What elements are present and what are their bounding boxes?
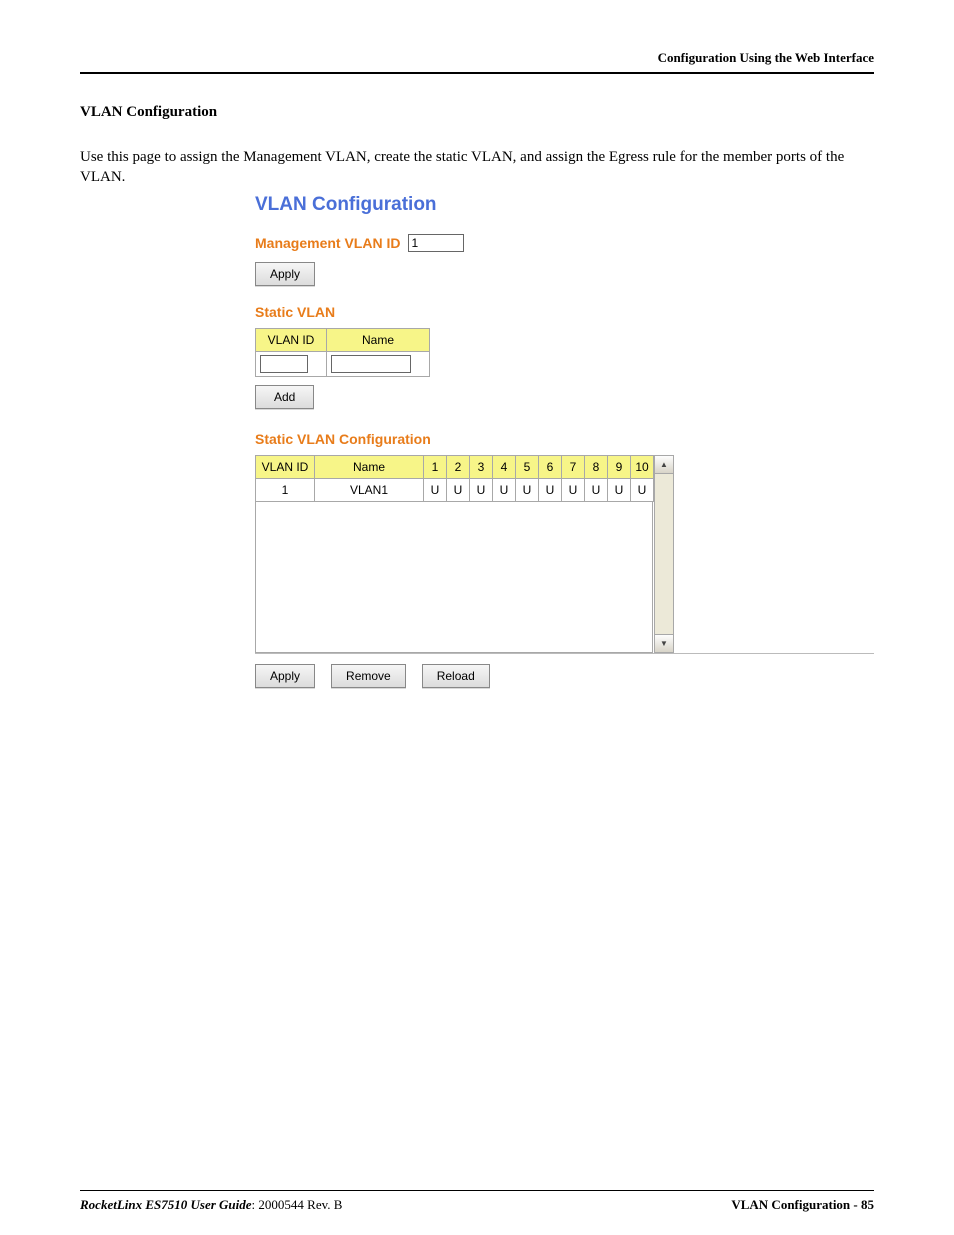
footer-rule (80, 1190, 874, 1191)
cfg-cell-port[interactable]: U (470, 478, 493, 501)
apply-button-management[interactable]: Apply (255, 262, 315, 286)
cfg-cell-port[interactable]: U (562, 478, 585, 501)
cfg-col-port: 3 (470, 455, 493, 478)
cfg-col-port: 10 (631, 455, 654, 478)
ui-title: VLAN Configuration (255, 194, 874, 216)
static-vlan-config-title: Static VLAN Configuration (255, 431, 874, 447)
cfg-cell-port[interactable]: U (631, 478, 654, 501)
page-footer: RocketLinx ES7510 User Guide: 2000544 Re… (80, 1190, 874, 1213)
cfg-empty-area (255, 502, 653, 653)
cfg-cell-port[interactable]: U (585, 478, 608, 501)
cfg-col-name: Name (315, 455, 424, 478)
cfg-col-port: 9 (608, 455, 631, 478)
static-vlan-name-input[interactable] (331, 355, 411, 373)
static-vlan-title: Static VLAN (255, 304, 874, 320)
section-title: VLAN Configuration (80, 104, 874, 121)
footer-right: VLAN Configuration - 85 (731, 1197, 874, 1213)
col-name: Name (327, 328, 430, 351)
scroll-up-icon[interactable]: ▲ (655, 456, 673, 474)
remove-button[interactable]: Remove (331, 664, 406, 688)
cfg-col-vlanid: VLAN ID (256, 455, 315, 478)
cfg-col-port: 5 (516, 455, 539, 478)
static-vlan-table: VLAN ID Name (255, 328, 430, 377)
management-vlan-input[interactable] (408, 234, 464, 252)
cfg-col-port: 8 (585, 455, 608, 478)
table-row: 1 VLAN1 UUUUUUUUUU (256, 478, 654, 501)
col-vlanid: VLAN ID (256, 328, 327, 351)
cfg-col-port: 6 (539, 455, 562, 478)
reload-button[interactable]: Reload (422, 664, 490, 688)
scroll-track[interactable] (655, 474, 673, 634)
cfg-col-port: 7 (562, 455, 585, 478)
footer-left: RocketLinx ES7510 User Guide: 2000544 Re… (80, 1197, 342, 1213)
cfg-cell-port[interactable]: U (447, 478, 470, 501)
header-rule (80, 72, 874, 74)
scroll-down-icon[interactable]: ▼ (655, 634, 673, 652)
cfg-cell-port[interactable]: U (608, 478, 631, 501)
cfg-row-vlanid: 1 (256, 478, 315, 501)
static-vlan-id-input[interactable] (260, 355, 308, 373)
cfg-col-port: 4 (493, 455, 516, 478)
cfg-cell-port[interactable]: U (493, 478, 516, 501)
scrollbar[interactable]: ▲ ▼ (654, 455, 674, 653)
apply-button-config[interactable]: Apply (255, 664, 315, 688)
intro-paragraph: Use this page to assign the Management V… (80, 147, 874, 188)
cfg-row-name: VLAN1 (315, 478, 424, 501)
static-vlan-config-table: VLAN ID Name 12345678910 1 VLAN1 UUUUUUU… (255, 455, 654, 502)
ui-panel: VLAN Configuration Management VLAN ID Ap… (255, 194, 874, 688)
add-button[interactable]: Add (255, 385, 314, 409)
cfg-cell-port[interactable]: U (516, 478, 539, 501)
management-vlan-label: Management VLAN ID (255, 235, 400, 251)
cfg-cell-port[interactable]: U (539, 478, 562, 501)
cfg-cell-port[interactable]: U (424, 478, 447, 501)
cfg-col-port: 2 (447, 455, 470, 478)
cfg-col-port: 1 (424, 455, 447, 478)
header-section-label: Configuration Using the Web Interface (80, 50, 874, 70)
